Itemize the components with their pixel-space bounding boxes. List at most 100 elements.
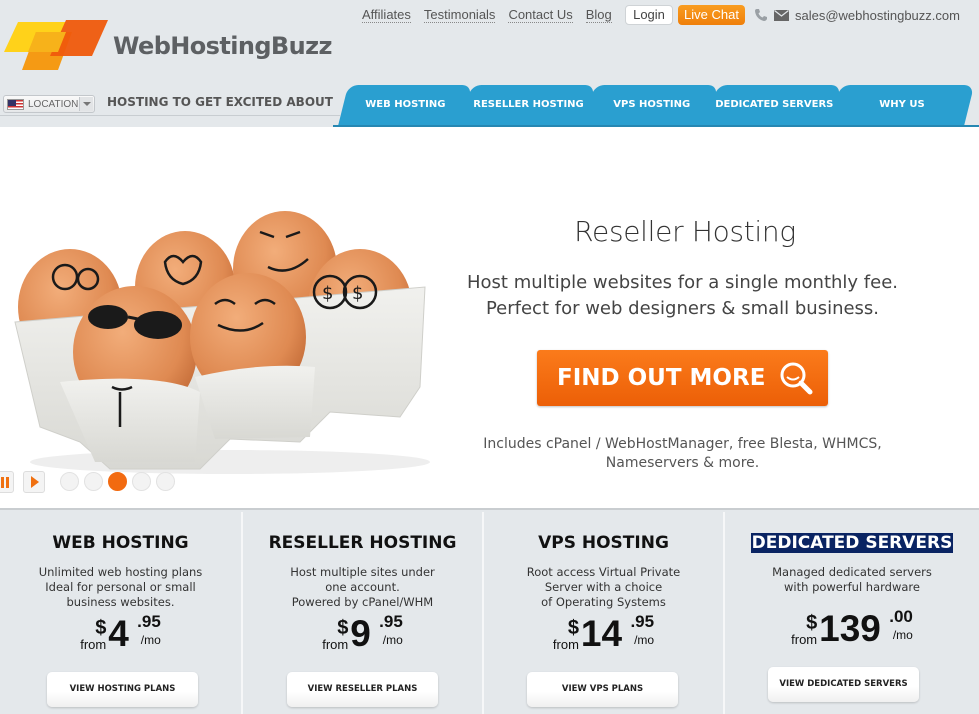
hero-subtitle: Host multiple websites for a single mont…	[455, 270, 910, 322]
plan-title: RESELLER HOSTING	[243, 533, 482, 553]
price-period: /mo	[140, 633, 161, 647]
nav-tab-label: WEB HOSTING	[365, 99, 446, 110]
plan-desc-line: Managed dedicated servers	[772, 565, 932, 579]
hero-note-line: Nameservers & more.	[605, 455, 760, 471]
plan-desc-line: of Operating Systems	[541, 595, 666, 609]
price-currency: $	[337, 617, 349, 639]
play-icon[interactable]	[23, 471, 45, 493]
svg-text:$: $	[322, 283, 333, 304]
plan-price: from $ 9 .95 /mo	[243, 612, 482, 656]
plan-desc-line: with powerful hardware	[784, 580, 920, 594]
plan-desc-line: Ideal for personal or small	[45, 580, 196, 594]
price-whole: 139	[819, 608, 881, 649]
price-cents: .95	[630, 612, 655, 631]
plan-desc-line: Host multiple sites under	[290, 565, 435, 579]
hero-subtitle-line: Host multiple websites for a single mont…	[467, 272, 898, 293]
nav-tab-reseller-hosting[interactable]: RESELLER HOSTING	[460, 85, 596, 127]
logo-text: WebHostingBuzz	[113, 32, 332, 60]
find-out-more-button[interactable]: FIND OUT MORE	[537, 350, 828, 406]
view-reseller-plans-button[interactable]: VIEW RESELLER PLANS	[287, 672, 438, 707]
location-select[interactable]: LOCATION	[3, 95, 95, 113]
plan-title-text: VPS HOSTING	[538, 533, 669, 553]
price-period: /mo	[634, 633, 655, 647]
slider-dot[interactable]	[60, 472, 79, 491]
price-cents: .95	[379, 612, 403, 631]
price-period: /mo	[382, 633, 403, 647]
top-links: Affiliates Testimonials Contact Us Blog	[362, 7, 625, 23]
price-whole: 9	[350, 613, 371, 654]
hero-note-line: Includes cPanel / WebHostManager, free B…	[483, 436, 882, 452]
nav-tab-label: VPS HOSTING	[612, 99, 690, 110]
slider-dot[interactable]	[84, 472, 103, 491]
chevron-down-icon[interactable]	[79, 97, 93, 111]
plan-description: Managed dedicated servers with powerful …	[725, 565, 979, 595]
hero-slider: $ $ Reseller Hosting Host multiple websi…	[0, 127, 979, 510]
nav-tab-dedicated-servers[interactable]: DEDICATED SERVERS	[706, 85, 842, 127]
phone-icon[interactable]	[754, 8, 768, 22]
tagline: HOSTING TO GET EXCITED ABOUT	[107, 95, 333, 109]
slider-dot-active[interactable]	[108, 472, 127, 491]
plan-title: WEB HOSTING	[0, 533, 241, 553]
plan-title-text: WEB HOSTING	[52, 533, 189, 553]
hero-title: Reseller Hosting	[574, 215, 796, 248]
plan-title-text: RESELLER HOSTING	[268, 533, 457, 553]
view-dedicated-servers-button[interactable]: VIEW DEDICATED SERVERS	[768, 667, 919, 702]
svg-text:$: $	[352, 283, 363, 304]
nav-tab-label: RESELLER HOSTING	[472, 99, 584, 110]
slider-dots	[60, 472, 180, 491]
price-whole: 4	[108, 613, 129, 654]
price-cents: .95	[137, 612, 161, 631]
price-period: /mo	[892, 628, 913, 642]
pause-icon[interactable]	[0, 471, 14, 493]
plan-description: Root access Virtual Private Server with …	[484, 565, 723, 610]
blog-link[interactable]: Blog	[585, 7, 612, 23]
testimonials-link[interactable]: Testimonials	[423, 7, 496, 23]
plan-description: Host multiple sites under one account. P…	[243, 565, 482, 610]
sales-email-link[interactable]: sales@webhostingbuzz.com	[795, 8, 960, 23]
contact-us-link[interactable]: Contact Us	[508, 7, 573, 23]
plan-title: DEDICATED SERVERS	[725, 533, 979, 553]
nav-tab-label: DEDICATED SERVERS	[715, 99, 834, 110]
slider-dot[interactable]	[132, 472, 151, 491]
plan-desc-line: Unlimited web hosting plans	[38, 565, 203, 579]
plan-card-web-hosting: WEB HOSTING Unlimited web hosting plans …	[0, 512, 243, 714]
slider-dot[interactable]	[156, 472, 175, 491]
nav-tab-vps-hosting[interactable]: VPS HOSTING	[583, 85, 719, 127]
cta-label: FIND OUT MORE	[557, 365, 766, 391]
magnifier-icon	[780, 362, 813, 395]
plan-card-vps-hosting: VPS HOSTING Root access Virtual Private …	[484, 512, 725, 714]
plan-desc-line: Root access Virtual Private	[526, 565, 681, 579]
location-bar: LOCATION HOSTING TO GET EXCITED ABOUT	[0, 92, 340, 116]
hero-subtitle-line: Perfect for web designers & small busine…	[485, 298, 880, 319]
plan-desc-line: business websites.	[66, 595, 175, 609]
affiliates-link[interactable]: Affiliates	[362, 7, 411, 23]
plan-card-dedicated-servers: DEDICATED SERVERS Managed dedicated serv…	[725, 512, 979, 714]
plan-title: VPS HOSTING	[484, 533, 723, 553]
site-header: WebHostingBuzz Affiliates Testimonials C…	[0, 0, 979, 127]
hero-note: Includes cPanel / WebHostManager, free B…	[465, 435, 900, 473]
view-vps-plans-button[interactable]: VIEW VPS PLANS	[527, 672, 678, 707]
location-label: LOCATION	[28, 99, 79, 110]
plan-desc-line: Server with a choice	[544, 580, 663, 594]
main-nav: WEB HOSTING RESELLER HOSTING VPS HOSTING…	[333, 85, 979, 127]
plan-description: Unlimited web hosting plans Ideal for pe…	[0, 565, 241, 610]
live-chat-button[interactable]: Live Chat	[678, 5, 745, 25]
mail-icon[interactable]	[774, 10, 789, 21]
eggs-carton-image: $ $	[14, 211, 430, 474]
plan-title-text-selected: DEDICATED SERVERS	[750, 533, 954, 553]
nav-tab-web-hosting[interactable]: WEB HOSTING	[337, 85, 473, 127]
plan-price: from $ 14 .95 /mo	[484, 612, 723, 656]
price-currency: $	[95, 617, 107, 639]
plans-section: WEB HOSTING Unlimited web hosting plans …	[0, 512, 979, 714]
view-hosting-plans-button[interactable]: VIEW HOSTING PLANS	[47, 672, 198, 707]
nav-tab-why-us[interactable]: WHY US	[829, 85, 975, 127]
plan-card-reseller-hosting: RESELLER HOSTING Host multiple sites und…	[243, 512, 484, 714]
nav-tab-label: WHY US	[879, 99, 925, 110]
logo[interactable]: WebHostingBuzz	[0, 18, 332, 78]
price-currency: $	[567, 617, 580, 639]
price-cents: .00	[889, 607, 913, 626]
us-flag-icon	[7, 99, 24, 110]
plan-desc-line: one account.	[325, 580, 400, 594]
price-whole: 14	[580, 613, 623, 654]
login-button[interactable]: Login	[625, 5, 673, 25]
